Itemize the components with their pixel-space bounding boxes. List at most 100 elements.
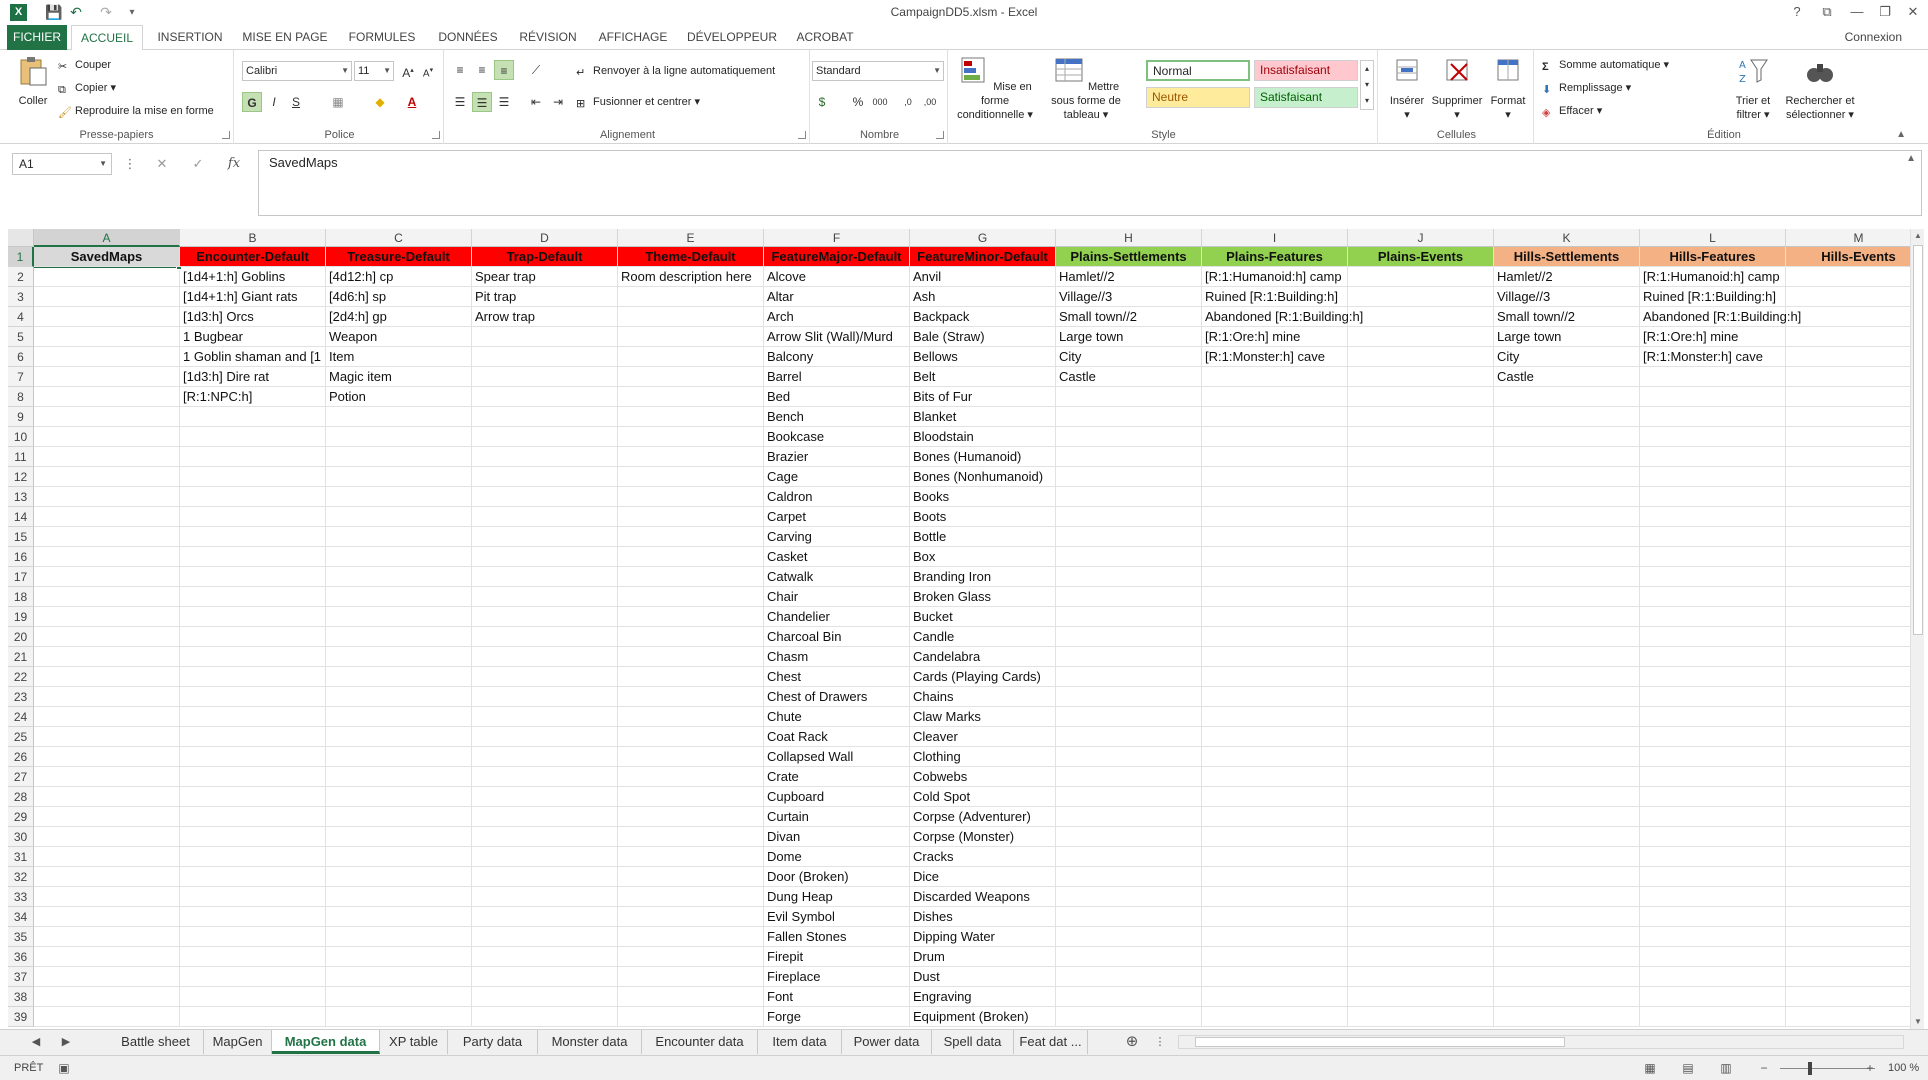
cell-i9[interactable]: [1202, 407, 1348, 427]
cell-j4[interactable]: [1348, 307, 1494, 327]
cell-m10[interactable]: [1786, 427, 1910, 447]
cell-e11[interactable]: [618, 447, 764, 467]
cell-f33[interactable]: Dung Heap: [764, 887, 910, 907]
cell-i23[interactable]: [1202, 687, 1348, 707]
cell-d1[interactable]: Trap-Default: [472, 247, 618, 267]
cell-j19[interactable]: [1348, 607, 1494, 627]
cell-b27[interactable]: [180, 767, 326, 787]
cell-f32[interactable]: Door (Broken): [764, 867, 910, 887]
cell-e3[interactable]: [618, 287, 764, 307]
cell-f24[interactable]: Chute: [764, 707, 910, 727]
cell-d15[interactable]: [472, 527, 618, 547]
cell-l31[interactable]: [1640, 847, 1786, 867]
cell-i29[interactable]: [1202, 807, 1348, 827]
cell-c7[interactable]: Magic item: [326, 367, 472, 387]
cell-b38[interactable]: [180, 987, 326, 1007]
cell-k8[interactable]: [1494, 387, 1640, 407]
cell-k30[interactable]: [1494, 827, 1640, 847]
orientation-icon[interactable]: ⟋: [526, 60, 546, 80]
expand-formula-bar-icon[interactable]: ▲: [1906, 153, 1916, 164]
cell-m19[interactable]: [1786, 607, 1910, 627]
cell-g12[interactable]: Bones (Nonhumanoid): [910, 467, 1056, 487]
cell-g35[interactable]: Dipping Water: [910, 927, 1056, 947]
cell-m18[interactable]: [1786, 587, 1910, 607]
cell-c20[interactable]: [326, 627, 472, 647]
cell-d12[interactable]: [472, 467, 618, 487]
row-header[interactable]: 9: [8, 407, 34, 427]
cell-a34[interactable]: [34, 907, 180, 927]
font-color-icon[interactable]: A: [402, 92, 422, 112]
cell-e30[interactable]: [618, 827, 764, 847]
cell-a12[interactable]: [34, 467, 180, 487]
font-size-select[interactable]: 11 ▼: [354, 61, 394, 81]
sheet-tab[interactable]: Monster data: [538, 1030, 642, 1054]
cell-c10[interactable]: [326, 427, 472, 447]
cell-k27[interactable]: [1494, 767, 1640, 787]
cell-d16[interactable]: [472, 547, 618, 567]
cell-c9[interactable]: [326, 407, 472, 427]
cell-j14[interactable]: [1348, 507, 1494, 527]
cell-g30[interactable]: Corpse (Monster): [910, 827, 1056, 847]
cell-f16[interactable]: Casket: [764, 547, 910, 567]
cell-h24[interactable]: [1056, 707, 1202, 727]
row-header[interactable]: 8: [8, 387, 34, 407]
cell-e24[interactable]: [618, 707, 764, 727]
cell-d2[interactable]: Spear trap: [472, 267, 618, 287]
cell-f11[interactable]: Brazier: [764, 447, 910, 467]
cell-g17[interactable]: Branding Iron: [910, 567, 1056, 587]
cell-a18[interactable]: [34, 587, 180, 607]
cell-k11[interactable]: [1494, 447, 1640, 467]
cell-f14[interactable]: Carpet: [764, 507, 910, 527]
bold-button[interactable]: G: [242, 92, 262, 112]
cell-k24[interactable]: [1494, 707, 1640, 727]
style-neutral[interactable]: Neutre: [1146, 87, 1250, 108]
row-header[interactable]: 37: [8, 967, 34, 987]
cell-i36[interactable]: [1202, 947, 1348, 967]
cell-m8[interactable]: [1786, 387, 1910, 407]
row-header[interactable]: 33: [8, 887, 34, 907]
cell-i16[interactable]: [1202, 547, 1348, 567]
cell-b7[interactable]: [1d3:h] Dire rat: [180, 367, 326, 387]
cell-e13[interactable]: [618, 487, 764, 507]
cell-m38[interactable]: [1786, 987, 1910, 1007]
row-header[interactable]: 35: [8, 927, 34, 947]
cell-a35[interactable]: [34, 927, 180, 947]
zoom-in-icon[interactable]: +: [1862, 1060, 1878, 1076]
row-header[interactable]: 30: [8, 827, 34, 847]
cell-h9[interactable]: [1056, 407, 1202, 427]
cell-l9[interactable]: [1640, 407, 1786, 427]
tab-acrobat[interactable]: ACROBAT: [790, 25, 860, 50]
alignment-launcher-icon[interactable]: [798, 131, 806, 139]
cell-g9[interactable]: Blanket: [910, 407, 1056, 427]
cell-c11[interactable]: [326, 447, 472, 467]
tab-affichage[interactable]: AFFICHAGE: [594, 25, 672, 50]
row-header[interactable]: 19: [8, 607, 34, 627]
cell-l8[interactable]: [1640, 387, 1786, 407]
number-format-select[interactable]: Standard ▼: [812, 61, 944, 81]
cell-k37[interactable]: [1494, 967, 1640, 987]
cell-h20[interactable]: [1056, 627, 1202, 647]
cell-h4[interactable]: Small town//2: [1056, 307, 1202, 327]
cell-c14[interactable]: [326, 507, 472, 527]
cell-g3[interactable]: Ash: [910, 287, 1056, 307]
cell-h6[interactable]: City: [1056, 347, 1202, 367]
column-header-k[interactable]: K: [1494, 229, 1640, 247]
cell-h29[interactable]: [1056, 807, 1202, 827]
cell-a27[interactable]: [34, 767, 180, 787]
cell-c32[interactable]: [326, 867, 472, 887]
row-header[interactable]: 25: [8, 727, 34, 747]
cell-l13[interactable]: [1640, 487, 1786, 507]
cell-l22[interactable]: [1640, 667, 1786, 687]
cell-m36[interactable]: [1786, 947, 1910, 967]
more-options-icon[interactable]: ⋮: [120, 153, 140, 175]
cell-b1[interactable]: Encounter-Default: [180, 247, 326, 267]
cell-i17[interactable]: [1202, 567, 1348, 587]
cell-l15[interactable]: [1640, 527, 1786, 547]
cell-b15[interactable]: [180, 527, 326, 547]
row-header[interactable]: 7: [8, 367, 34, 387]
cell-b36[interactable]: [180, 947, 326, 967]
cell-b22[interactable]: [180, 667, 326, 687]
cell-m29[interactable]: [1786, 807, 1910, 827]
cell-b39[interactable]: [180, 1007, 326, 1027]
fill-button[interactable]: ⬇ Remplissage ▾: [1542, 79, 1631, 97]
